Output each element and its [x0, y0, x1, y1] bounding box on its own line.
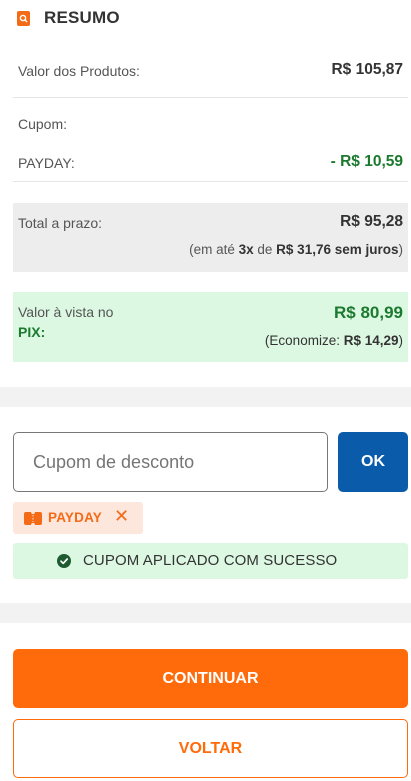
pix-value: R$ 80,99 [334, 303, 403, 322]
apply-coupon-button[interactable]: OK [338, 432, 408, 492]
coupon-discount-value: - R$ 10,59 [330, 153, 403, 170]
products-label: Valor dos Produtos: [18, 63, 140, 79]
products-value: R$ 105,87 [331, 61, 403, 78]
success-message: CUPOM APLICADO COM SUCESSO [83, 552, 338, 569]
installment-value: R$ 95,28 [340, 213, 403, 230]
check-circle-icon [57, 554, 71, 568]
divider [13, 97, 408, 98]
pix-savings: (Economize: R$ 14,29) [264, 333, 403, 348]
receipt-search-icon [17, 11, 30, 26]
success-message-box: CUPOM APLICADO COM SUCESSO [13, 543, 408, 579]
continue-button[interactable]: CONTINUAR [13, 649, 408, 708]
installment-detail: (em até 3x de R$ 31,76 sem juros) [189, 242, 403, 257]
coupon-code-label: PAYDAY: [18, 155, 75, 171]
summary-title: RESUMO [44, 8, 120, 27]
remove-coupon-icon[interactable]: ✕ [114, 506, 129, 527]
coupon-label: Cupom: [18, 116, 68, 132]
coupon-input[interactable] [13, 432, 328, 492]
divider [13, 181, 408, 182]
ticket-icon [24, 512, 42, 525]
back-button[interactable]: VOLTAR [13, 719, 408, 778]
installment-label: Total a prazo: [18, 215, 103, 231]
applied-coupon-chip: PAYDAY ✕ [13, 502, 143, 534]
applied-coupon-code: PAYDAY [48, 510, 102, 525]
pix-label: Valor à vista no [18, 304, 114, 320]
pix-label-bold: PIX: [18, 324, 46, 340]
